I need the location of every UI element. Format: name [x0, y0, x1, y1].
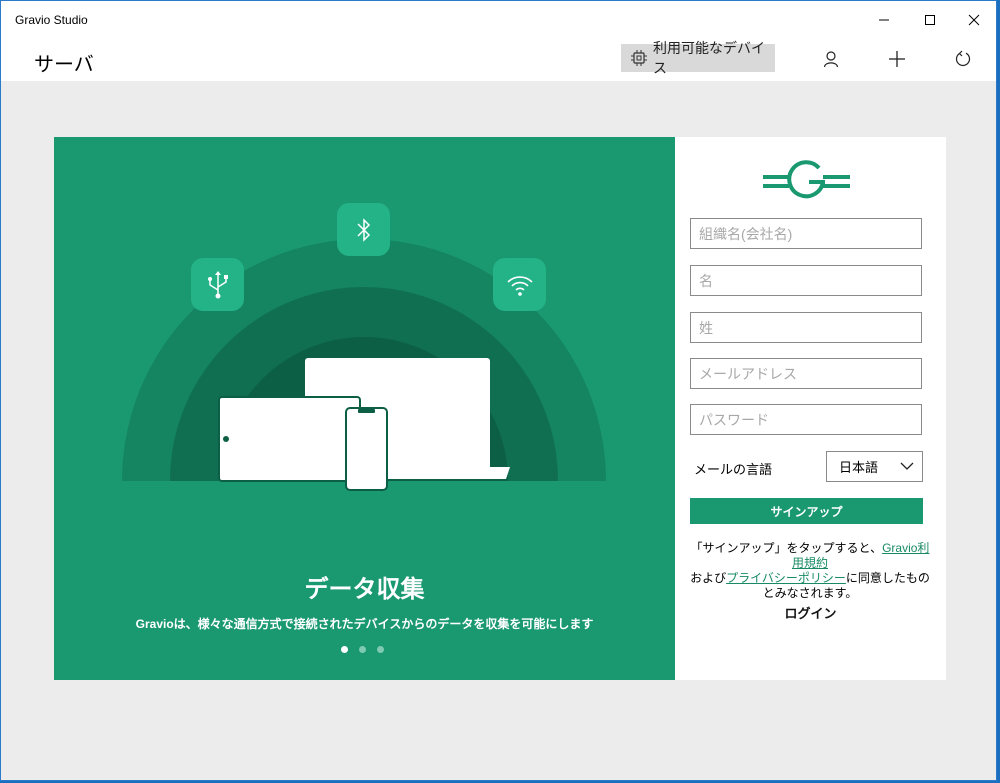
usb-icon	[207, 270, 228, 298]
title-bar: Gravio Studio	[1, 1, 996, 39]
available-devices-button[interactable]: 利用可能なデバイス	[621, 40, 775, 76]
plus-icon	[889, 51, 905, 67]
first-name-input[interactable]	[690, 265, 922, 296]
organization-input[interactable]	[690, 218, 922, 249]
window-title: Gravio Studio	[15, 13, 88, 27]
maximize-icon	[925, 15, 935, 25]
close-icon	[968, 14, 980, 26]
refresh-icon	[955, 50, 971, 67]
page-title: サーバ	[34, 54, 94, 76]
user-button[interactable]	[817, 45, 845, 73]
email-input[interactable]	[690, 358, 922, 389]
email-language-value: 日本語	[839, 460, 879, 475]
usb-badge	[191, 258, 244, 311]
maximize-button[interactable]	[907, 1, 953, 39]
slide-description: Gravioは、様々な通信方式で接続されたデバイスからのデータを収集を可能にしま…	[135, 617, 594, 631]
carousel-dots	[341, 646, 384, 653]
email-language-label: メールの言語	[694, 462, 773, 477]
password-input[interactable]	[690, 404, 922, 435]
close-button[interactable]	[951, 1, 997, 39]
add-button[interactable]	[883, 45, 911, 73]
carousel-dot-2[interactable]	[359, 646, 366, 653]
gravio-logo	[763, 160, 850, 199]
privacy-policy-link[interactable]: プライバシーポリシー	[726, 571, 846, 585]
minimize-icon	[879, 19, 889, 21]
carousel-dot-3[interactable]	[377, 646, 384, 653]
terms-prefix: 「サインアップ」をタップすると、	[690, 541, 883, 555]
bluetooth-icon	[356, 217, 370, 242]
slide-title: データ収集	[304, 576, 425, 603]
signup-button[interactable]: サインアップ	[690, 498, 923, 524]
signup-panel: メールの言語 日本語 サインアップ 「サインアップ」をタップすると、Gravio…	[675, 137, 946, 680]
app-bar: サーバ 利用可能なデバイス	[1, 39, 996, 81]
user-icon	[823, 51, 839, 68]
email-language-select[interactable]: 日本語	[826, 451, 923, 482]
chip-icon	[629, 48, 649, 68]
refresh-button[interactable]	[949, 45, 977, 73]
terms-notice: 「サインアップ」をタップすると、Gravio利用規約 およびプライバシーポリシー…	[685, 541, 935, 601]
wifi-icon	[506, 275, 533, 296]
carousel-panel: データ収集 Gravioは、様々な通信方式で接続されたデバイスからのデータを収集…	[54, 137, 675, 680]
bluetooth-badge	[337, 203, 390, 256]
terms-middle: および	[690, 571, 727, 585]
minimize-button[interactable]	[861, 1, 907, 39]
chevron-down-icon	[900, 461, 914, 471]
available-devices-label: 利用可能なデバイス	[653, 40, 765, 76]
login-button[interactable]: ログイン	[675, 603, 946, 622]
devices-illustration	[122, 239, 606, 491]
last-name-input[interactable]	[690, 312, 922, 343]
carousel-dot-1[interactable]	[341, 646, 348, 653]
wifi-badge	[493, 258, 546, 311]
app-window: Gravio Studio サーバ 利用可能なデバイス データ収集 Gravio…	[0, 0, 997, 781]
